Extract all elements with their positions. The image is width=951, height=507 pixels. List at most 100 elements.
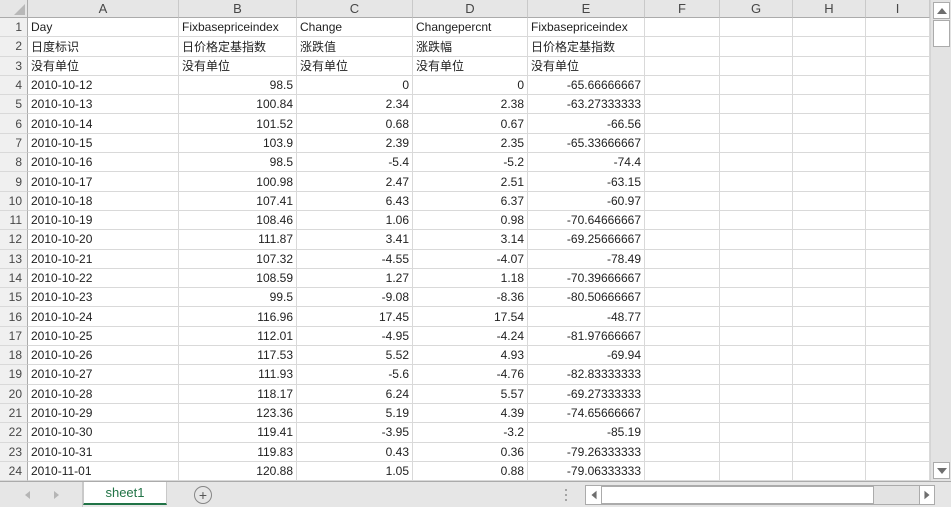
cell-H22[interactable] — [793, 423, 866, 443]
cell-A2[interactable]: 日度标识 — [28, 37, 179, 57]
cell-B11[interactable]: 108.46 — [179, 210, 297, 231]
cell-G2[interactable] — [720, 37, 793, 57]
cell-G8[interactable] — [720, 153, 793, 173]
cell-B9[interactable]: 100.98 — [179, 172, 297, 192]
row-header-24[interactable]: 24 — [0, 461, 28, 482]
cell-D6[interactable]: 0.67 — [413, 114, 528, 134]
cell-D15[interactable]: -8.36 — [413, 288, 528, 308]
cell-B3[interactable]: 没有单位 — [179, 56, 297, 76]
cell-A1[interactable]: Day — [28, 18, 179, 38]
cell-H2[interactable] — [793, 37, 866, 57]
cell-I6[interactable] — [866, 114, 930, 134]
cell-B4[interactable]: 98.5 — [179, 75, 297, 96]
cell-E13[interactable]: -78.49 — [528, 249, 645, 269]
cell-G9[interactable] — [720, 172, 793, 192]
column-header-B[interactable]: B — [179, 0, 297, 18]
cell-D13[interactable]: -4.07 — [413, 249, 528, 269]
cell-H7[interactable] — [793, 133, 866, 154]
cell-I9[interactable] — [866, 172, 930, 192]
cell-G24[interactable] — [720, 461, 793, 482]
cell-B18[interactable]: 117.53 — [179, 346, 297, 366]
cell-D19[interactable]: -4.76 — [413, 365, 528, 385]
vertical-scroll-thumb[interactable] — [933, 20, 950, 47]
tab-scrollbar-gripper[interactable] — [565, 489, 568, 501]
cell-C15[interactable]: -9.08 — [297, 288, 413, 308]
cell-F11[interactable] — [645, 210, 720, 231]
row-header-5[interactable]: 5 — [0, 95, 28, 115]
column-header-C[interactable]: C — [297, 0, 413, 18]
cell-D12[interactable]: 3.14 — [413, 230, 528, 250]
cell-G23[interactable] — [720, 442, 793, 462]
cell-I22[interactable] — [866, 423, 930, 443]
cell-H23[interactable] — [793, 442, 866, 462]
cell-H21[interactable] — [793, 403, 866, 424]
cell-H8[interactable] — [793, 153, 866, 173]
row-header-23[interactable]: 23 — [0, 442, 28, 462]
cell-F5[interactable] — [645, 95, 720, 115]
column-header-A[interactable]: A — [28, 0, 179, 18]
cell-F23[interactable] — [645, 442, 720, 462]
cell-F12[interactable] — [645, 230, 720, 250]
cell-F15[interactable] — [645, 288, 720, 308]
cell-B10[interactable]: 107.41 — [179, 191, 297, 211]
cell-F8[interactable] — [645, 153, 720, 173]
cell-A14[interactable]: 2010-10-22 — [28, 268, 179, 289]
cell-H14[interactable] — [793, 268, 866, 289]
cell-C2[interactable]: 涨跌值 — [297, 37, 413, 57]
cell-E1[interactable]: Fixbasepriceindex — [528, 18, 645, 38]
cell-G19[interactable] — [720, 365, 793, 385]
cell-I3[interactable] — [866, 56, 930, 76]
row-header-9[interactable]: 9 — [0, 172, 28, 192]
cell-C14[interactable]: 1.27 — [297, 268, 413, 289]
cell-D7[interactable]: 2.35 — [413, 133, 528, 154]
row-header-3[interactable]: 3 — [0, 56, 28, 76]
cell-D10[interactable]: 6.37 — [413, 191, 528, 211]
cell-B7[interactable]: 103.9 — [179, 133, 297, 154]
cell-A19[interactable]: 2010-10-27 — [28, 365, 179, 385]
cell-C18[interactable]: 5.52 — [297, 346, 413, 366]
cell-D2[interactable]: 涨跌幅 — [413, 37, 528, 57]
horizontal-scroll-thumb[interactable] — [601, 486, 874, 504]
vertical-scrollbar[interactable] — [930, 0, 951, 481]
cell-G13[interactable] — [720, 249, 793, 269]
cell-I14[interactable] — [866, 268, 930, 289]
cell-E3[interactable]: 没有单位 — [528, 56, 645, 76]
cell-A16[interactable]: 2010-10-24 — [28, 307, 179, 327]
cell-E9[interactable]: -63.15 — [528, 172, 645, 192]
cell-F24[interactable] — [645, 461, 720, 482]
cell-D11[interactable]: 0.98 — [413, 210, 528, 231]
cell-G10[interactable] — [720, 191, 793, 211]
cell-F13[interactable] — [645, 249, 720, 269]
cell-D16[interactable]: 17.54 — [413, 307, 528, 327]
cell-D5[interactable]: 2.38 — [413, 95, 528, 115]
row-header-7[interactable]: 7 — [0, 133, 28, 154]
cell-C7[interactable]: 2.39 — [297, 133, 413, 154]
cell-E10[interactable]: -60.97 — [528, 191, 645, 211]
cell-C13[interactable]: -4.55 — [297, 249, 413, 269]
cell-C8[interactable]: -5.4 — [297, 153, 413, 173]
cell-F19[interactable] — [645, 365, 720, 385]
cell-E8[interactable]: -74.4 — [528, 153, 645, 173]
cell-G6[interactable] — [720, 114, 793, 134]
row-header-6[interactable]: 6 — [0, 114, 28, 134]
column-header-D[interactable]: D — [413, 0, 528, 18]
cell-H16[interactable] — [793, 307, 866, 327]
cell-I2[interactable] — [866, 37, 930, 57]
cell-A12[interactable]: 2010-10-20 — [28, 230, 179, 250]
cell-D8[interactable]: -5.2 — [413, 153, 528, 173]
cell-I15[interactable] — [866, 288, 930, 308]
cell-F20[interactable] — [645, 384, 720, 404]
cell-F2[interactable] — [645, 37, 720, 57]
cell-A8[interactable]: 2010-10-16 — [28, 153, 179, 173]
cell-A6[interactable]: 2010-10-14 — [28, 114, 179, 134]
column-header-F[interactable]: F — [645, 0, 720, 18]
cell-F18[interactable] — [645, 346, 720, 366]
cell-A23[interactable]: 2010-10-31 — [28, 442, 179, 462]
cell-C23[interactable]: 0.43 — [297, 442, 413, 462]
cell-B24[interactable]: 120.88 — [179, 461, 297, 482]
row-header-13[interactable]: 13 — [0, 249, 28, 269]
cell-B8[interactable]: 98.5 — [179, 153, 297, 173]
cell-D17[interactable]: -4.24 — [413, 326, 528, 347]
cell-F10[interactable] — [645, 191, 720, 211]
cell-B23[interactable]: 119.83 — [179, 442, 297, 462]
